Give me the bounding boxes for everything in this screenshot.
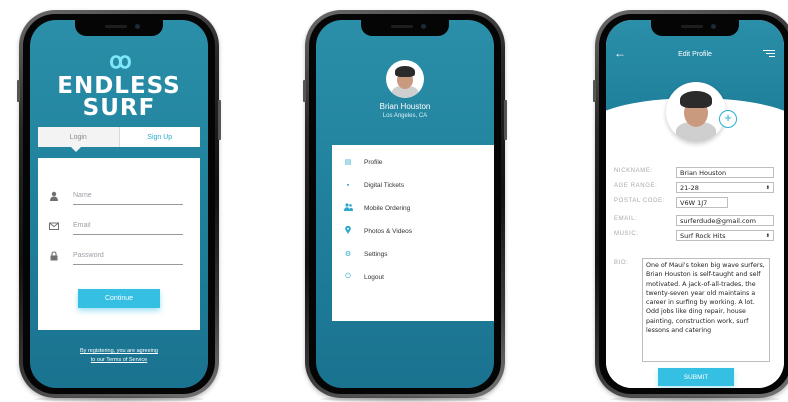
menu-item-label: Settings xyxy=(364,250,388,258)
ticket-icon: ▪ xyxy=(346,181,350,189)
tab-login[interactable]: Login xyxy=(38,127,120,147)
nickname-row: NICKNAME: Brian Houston xyxy=(614,167,778,178)
music-value: Surf Rock Hits xyxy=(680,232,726,240)
envelope-icon xyxy=(49,221,59,231)
phone-shadow xyxy=(610,396,780,402)
menu-item-photos-videos[interactable]: Photos & Videos xyxy=(332,220,494,242)
postal-input[interactable]: V6W 1J7 xyxy=(676,197,728,208)
menu-item-mobile-ordering[interactable]: Mobile Ordering xyxy=(332,197,494,219)
signup-form: Continue xyxy=(38,158,200,330)
menu-item-label: Mobile Ordering xyxy=(364,204,411,212)
tab-signup[interactable]: Sign Up xyxy=(119,127,200,147)
nickname-input[interactable]: Brian Houston xyxy=(676,167,774,178)
phone-login: ꝏ ENDLESS SURF Login Sign Up Name Email … xyxy=(17,10,221,398)
submit-button[interactable]: SUBMIT xyxy=(658,368,734,386)
name-input[interactable] xyxy=(73,187,183,205)
menu-icon[interactable] xyxy=(763,50,775,59)
power-button xyxy=(218,100,221,140)
age-label: AGE RANGE: xyxy=(614,183,658,189)
power-button xyxy=(504,100,507,140)
menu-item-digital-tickets[interactable]: ▪ Digital Tickets xyxy=(332,174,494,196)
lock-icon xyxy=(49,251,59,261)
bio-label: BIO: xyxy=(614,260,629,266)
phone-shadow xyxy=(320,396,490,402)
phone-edit-profile: ← Edit Profile + NICKNAME: Brian Houston… xyxy=(593,10,788,398)
gear-icon: ⚙ xyxy=(344,251,352,258)
postal-row: POSTAL CODE: V6W 1J7 xyxy=(614,197,778,208)
user-name: Brian Houston xyxy=(379,102,431,111)
age-select[interactable]: 21-28 ⬍ xyxy=(676,182,774,193)
menu-item-label: Digital Tickets xyxy=(364,181,405,189)
menu-screen: Brian Houston Los Angeles, CA ▤ Profile … xyxy=(316,20,494,388)
email-row: EMAIL: surferdude@gmail.com xyxy=(614,215,778,226)
name-field xyxy=(49,187,189,207)
tab-indicator xyxy=(71,147,81,152)
avatar[interactable] xyxy=(386,60,424,98)
phone-shadow xyxy=(34,396,204,402)
logo-text-surf: SURF xyxy=(82,95,156,121)
notch xyxy=(75,20,163,36)
email-input[interactable] xyxy=(73,217,183,235)
profile-icon: ▤ xyxy=(344,159,352,166)
email-label: EMAIL: xyxy=(614,216,638,222)
volume-button xyxy=(303,80,306,102)
continue-button[interactable]: Continue xyxy=(78,289,160,308)
select-caret-icon: ⬍ xyxy=(765,233,770,239)
password-input[interactable] xyxy=(73,247,183,265)
music-label: MUSIC: xyxy=(614,231,639,237)
password-field xyxy=(49,247,189,267)
terms-line-1: By registering, you are agreeing xyxy=(80,348,158,354)
email-input[interactable]: surferdude@gmail.com xyxy=(676,215,774,226)
menu-item-logout[interactable]: ⏻ Logout xyxy=(332,266,494,288)
menu-item-label: Profile xyxy=(364,158,383,166)
edit-profile-screen: ← Edit Profile + NICKNAME: Brian Houston… xyxy=(606,20,784,388)
music-select[interactable]: Surf Rock Hits ⬍ xyxy=(676,230,774,241)
logo-icon: ꝏ xyxy=(109,48,131,73)
menu-item-profile[interactable]: ▤ Profile xyxy=(332,151,494,173)
bio-textarea[interactable]: One of Maui's token big wave surfers, Br… xyxy=(642,258,770,362)
music-row: MUSIC: Surf Rock Hits ⬍ xyxy=(614,230,778,241)
notch xyxy=(361,20,449,36)
nickname-label: NICKNAME: xyxy=(614,168,653,174)
page-title: Edit Profile xyxy=(678,51,712,58)
menu-item-label: Logout xyxy=(364,273,384,281)
postal-label: POSTAL CODE: xyxy=(614,198,665,204)
user-icon xyxy=(49,191,59,201)
menu-item-label: Photos & Videos xyxy=(364,227,412,235)
terms-link[interactable]: By registering, you are agreeing to our … xyxy=(30,347,208,365)
profile-avatar[interactable] xyxy=(666,82,726,142)
auth-tabs: Login Sign Up xyxy=(38,127,200,147)
email-field xyxy=(49,217,189,237)
login-screen: ꝏ ENDLESS SURF Login Sign Up Name Email … xyxy=(30,20,208,388)
phone-menu: Brian Houston Los Angeles, CA ▤ Profile … xyxy=(303,10,507,398)
add-photo-icon[interactable]: + xyxy=(719,110,737,128)
age-row: AGE RANGE: 21-28 ⬍ xyxy=(614,182,778,193)
volume-button xyxy=(17,80,20,102)
user-location: Los Angeles, CA xyxy=(382,113,428,119)
menu-item-settings[interactable]: ⚙ Settings xyxy=(332,243,494,265)
notch xyxy=(651,20,739,36)
age-value: 21-28 xyxy=(680,184,699,192)
select-caret-icon: ⬍ xyxy=(765,185,770,191)
volume-button xyxy=(593,80,596,102)
terms-line-2: to our Terms of Service xyxy=(90,357,148,363)
logout-icon: ⏻ xyxy=(345,273,351,280)
side-menu: ▤ Profile ▪ Digital Tickets Mobile Order… xyxy=(332,145,494,321)
pin-icon xyxy=(332,225,364,236)
people-icon xyxy=(332,203,364,213)
